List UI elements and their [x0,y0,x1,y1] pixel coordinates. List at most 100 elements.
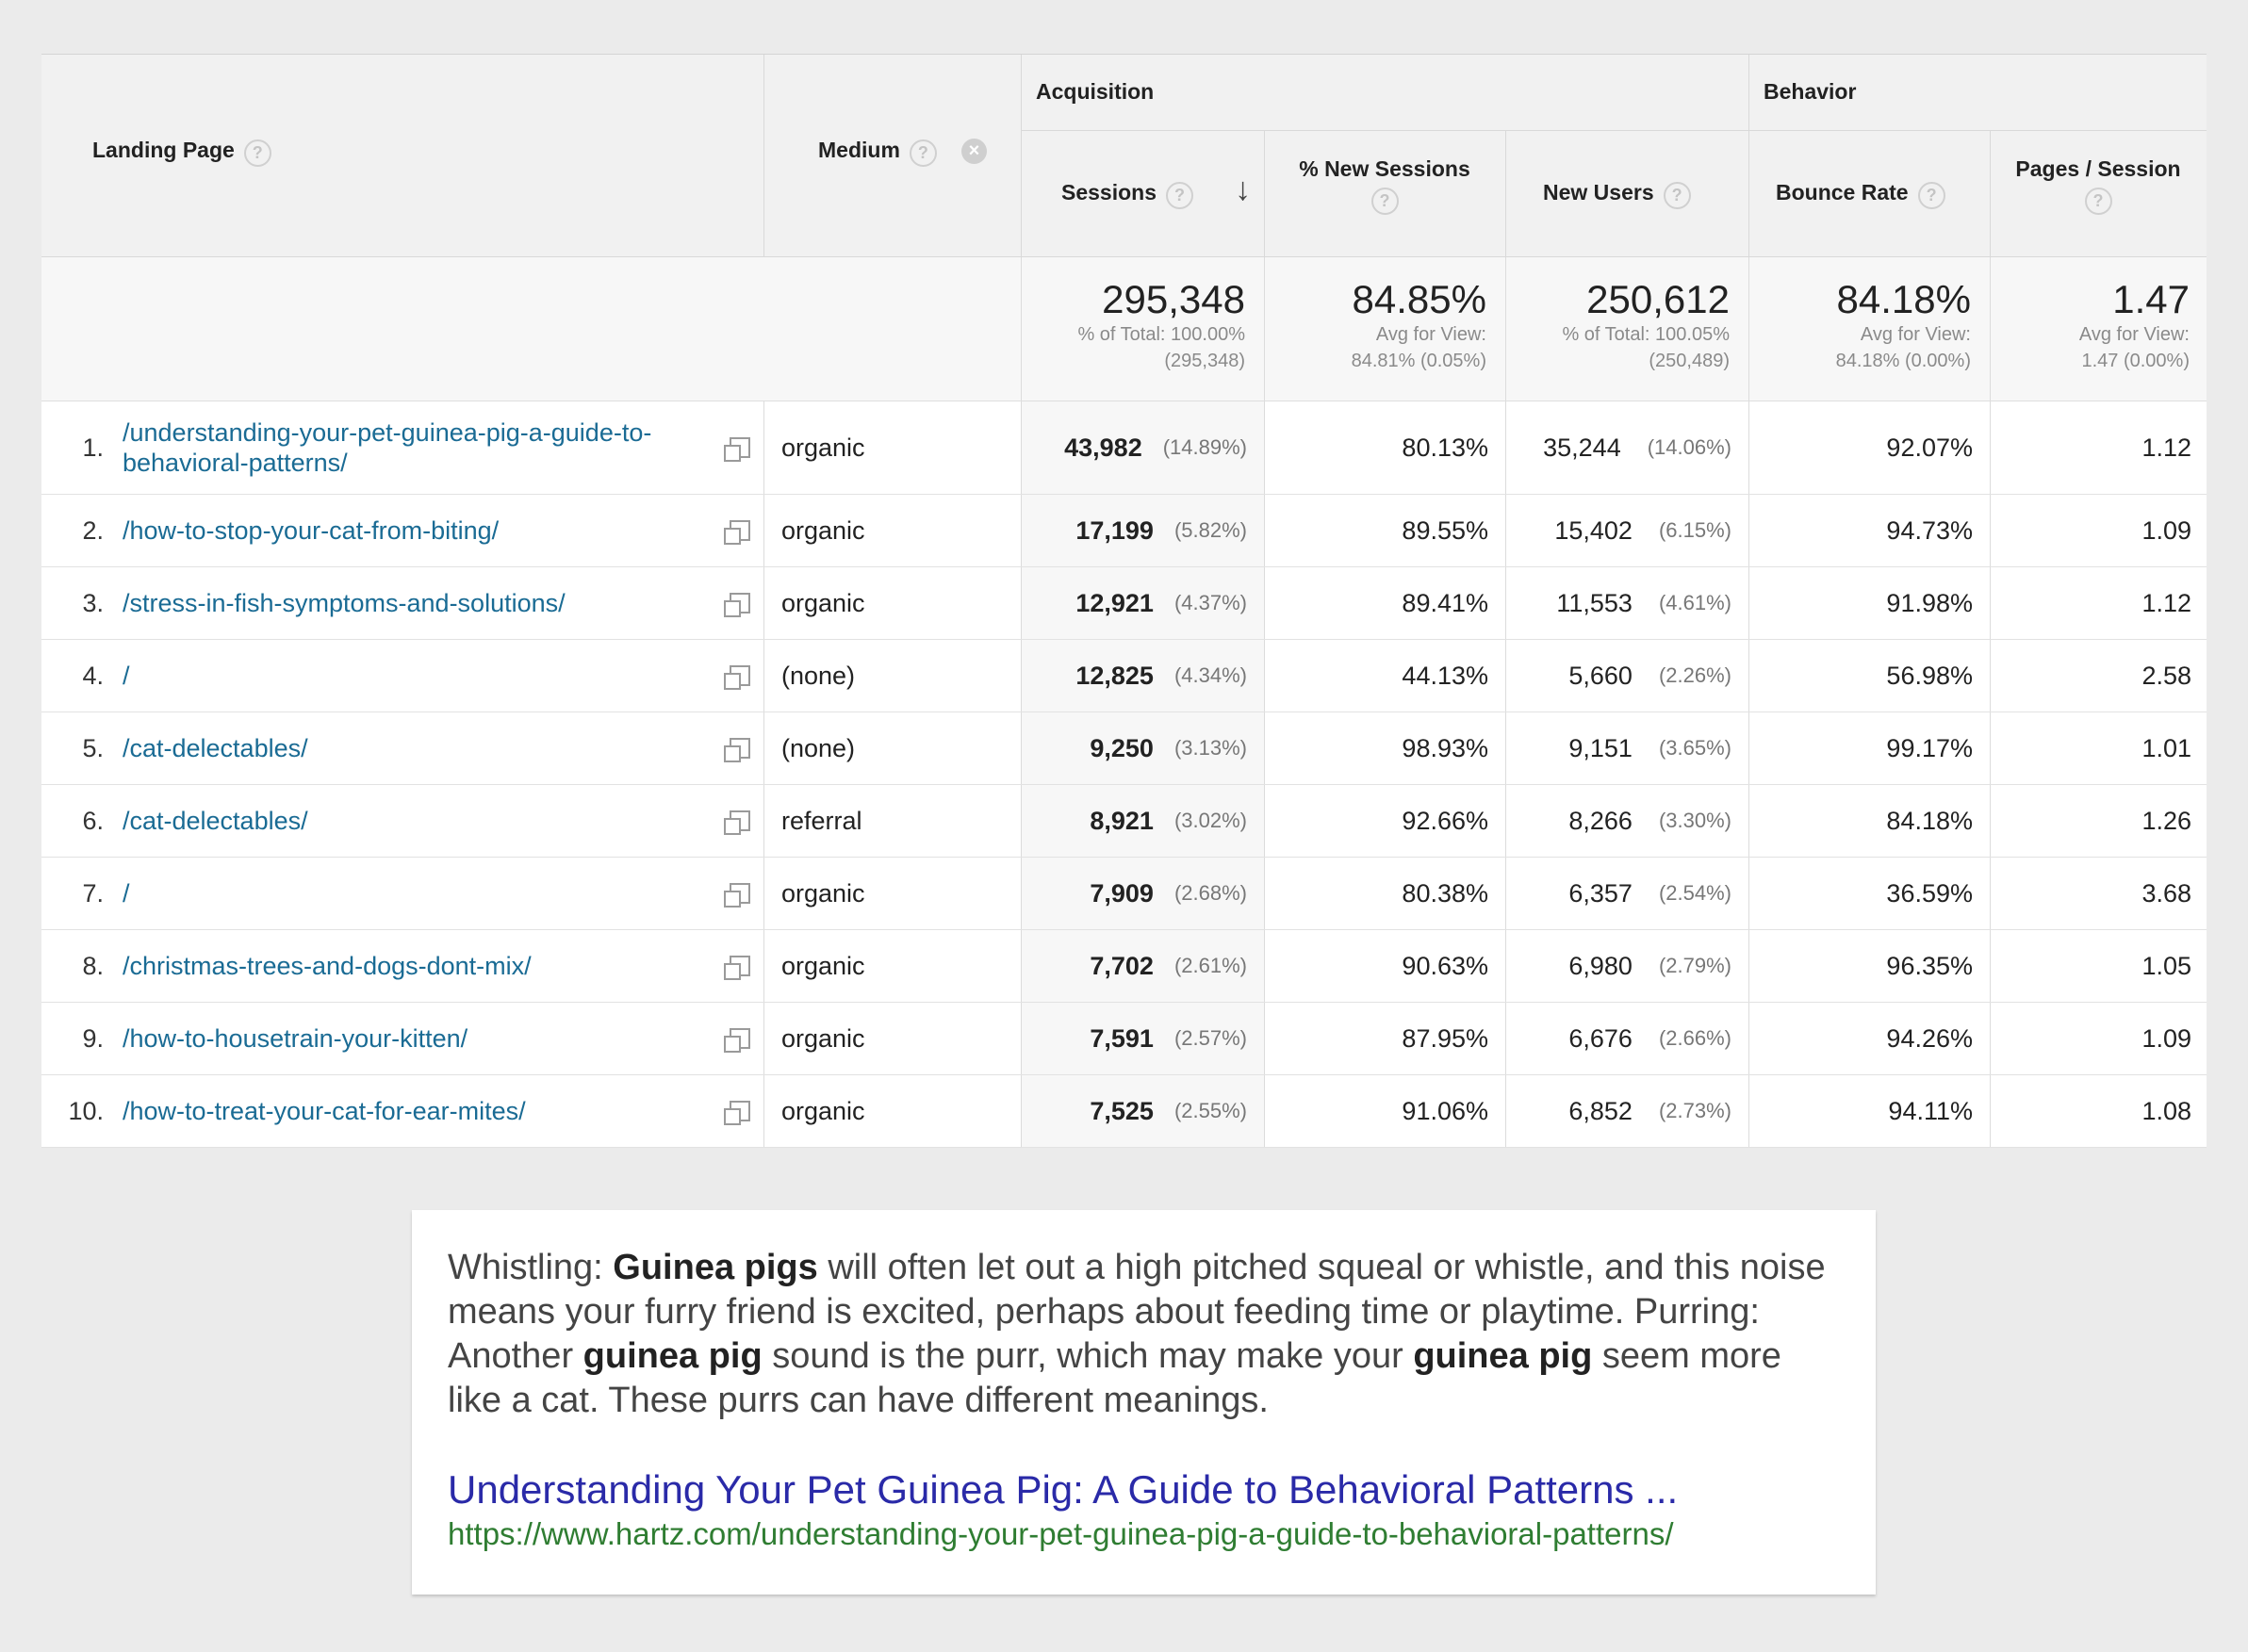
table-row: 4. / (none) 12,825 (4.34%) 44.13% 5,660 (2… [41,640,2207,712]
table-row: 2. /how-to-stop-your-cat-from-biting/ or… [41,495,2207,567]
landing-page-link[interactable]: /stress-in-fish-symptoms-and-solutions/ [123,567,763,639]
sessions-cell: 8,921 (3.02%) [1021,785,1264,857]
new-users-percent: (14.06%) [1647,435,1731,459]
landing-page-link[interactable]: /how-to-treat-your-cat-for-ear-mites/ [123,1075,763,1147]
new-users-cell: 11,553 (4.61%) [1505,567,1748,639]
help-icon[interactable]: ? [2084,188,2112,215]
header-landing-page[interactable]: Landing Page? [92,138,271,168]
header-pages-session-label: Pages / Session [2015,156,2181,181]
medium-value: organic [763,401,1021,494]
help-icon[interactable]: ? [1370,188,1399,215]
new-sessions-value: 89.41% [1264,567,1505,639]
total-sessions-line2: (295,348) [1164,351,1245,371]
sessions-value: 7,591 [1090,1023,1154,1053]
new-users-percent: (2.73%) [1658,1099,1731,1122]
landing-page-link[interactable]: /how-to-stop-your-cat-from-biting/ [123,495,763,566]
header-medium[interactable]: Medium? [818,138,937,168]
header-sessions[interactable]: Sessions? [1061,180,1193,210]
new-users-cell: 6,852 (2.73%) [1505,1075,1748,1147]
open-link-icon[interactable] [716,640,763,712]
new-users-value: 11,553 [1556,588,1633,617]
row-index: 9. [82,1023,104,1053]
landing-page-link[interactable]: / [123,640,763,712]
header-new-users-label: New Users [1543,180,1654,204]
bounce-rate-value: 99.17% [1748,712,1990,784]
sessions-percent: (3.13%) [1173,736,1247,760]
group-acquisition-label: Acquisition [1036,79,1155,104]
new-users-percent: (2.79%) [1658,954,1731,977]
help-icon[interactable]: ? [1166,182,1193,210]
new-users-value: 6,676 [1568,1023,1633,1053]
landing-page-link[interactable]: /cat-delectables/ [123,785,763,857]
new-sessions-value: 98.93% [1264,712,1505,784]
landing-page-link[interactable]: /understanding-your-pet-guinea-pig-a-gui… [123,401,763,494]
open-link-icon[interactable] [716,1003,763,1074]
row-index: 10. [68,1096,104,1125]
new-sessions-value: 92.66% [1264,785,1505,857]
new-sessions-value: 80.13% [1264,401,1505,494]
open-link-icon[interactable] [716,495,763,566]
open-link-icon[interactable] [716,1075,763,1147]
snippet-title-link[interactable]: Understanding Your Pet Guinea Pig: A Gui… [448,1466,1840,1513]
sessions-cell: 9,250 (3.13%) [1021,712,1264,784]
sessions-percent: (4.34%) [1173,663,1247,687]
new-users-cell: 6,980 (2.79%) [1505,930,1748,1002]
remove-dimension-icon[interactable]: × [961,139,987,164]
snippet-text-part: sound is the purr, which may make your [762,1336,1414,1376]
new-users-percent: (2.66%) [1658,1026,1731,1050]
pages-session-value: 1.09 [1990,495,2207,566]
table-row: 7. / organic 7,909 (2.68%) 80.38% 6,357 (2… [41,858,2207,930]
row-index: 2. [82,515,104,545]
group-divider [1021,130,2207,131]
medium-value: organic [763,858,1021,929]
medium-value: organic [763,567,1021,639]
bounce-rate-value: 84.18% [1748,785,1990,857]
new-users-cell: 15,402 (6.15%) [1505,495,1748,566]
total-bounce-rate-line1: Avg for View: [1860,324,1971,345]
new-users-value: 15,402 [1554,515,1633,545]
new-sessions-value: 87.95% [1264,1003,1505,1074]
header-new-sessions[interactable]: % New Sessions ? [1264,156,1505,215]
landing-page-link[interactable]: /christmas-trees-and-dogs-dont-mix/ [123,930,763,1002]
open-link-icon[interactable] [716,712,763,784]
open-link-icon[interactable] [716,858,763,929]
landing-page-link[interactable]: /cat-delectables/ [123,712,763,784]
new-users-cell: 35,244 (14.06%) [1505,401,1748,494]
help-icon[interactable]: ? [243,139,271,168]
landing-page-link[interactable]: / [123,858,763,929]
new-users-cell: 6,357 (2.54%) [1505,858,1748,929]
open-link-icon[interactable] [716,785,763,857]
sessions-value: 7,525 [1090,1096,1154,1125]
snippet-highlight: guinea pig [1413,1336,1593,1376]
new-users-cell: 6,676 (2.66%) [1505,1003,1748,1074]
landing-page-report-table: Landing Page? Medium? × Acquisition Beha… [41,54,2207,1148]
total-sessions-value: 295,348 [1102,277,1245,321]
pages-session-value: 1.12 [1990,401,2207,494]
pages-session-value: 1.12 [1990,567,2207,639]
bounce-rate-value: 96.35% [1748,930,1990,1002]
totals-row: 295,348 % of Total: 100.00% (295,348) 84… [41,257,2207,401]
sessions-percent: (14.89%) [1162,435,1247,459]
pages-session-value: 1.26 [1990,785,2207,857]
open-link-icon[interactable] [716,930,763,1002]
bounce-rate-value: 94.26% [1748,1003,1990,1074]
open-link-icon[interactable] [716,567,763,639]
sessions-percent: (2.57%) [1173,1026,1247,1050]
header-pages-session[interactable]: Pages / Session ? [1990,156,2207,215]
help-icon[interactable]: ? [1663,182,1691,210]
medium-value: (none) [763,712,1021,784]
total-bounce-rate-line2: 84.18% (0.00%) [1835,351,1971,371]
new-users-value: 6,852 [1568,1096,1633,1125]
header-new-users[interactable]: New Users? [1543,180,1691,210]
total-bounce-rate-value: 84.18% [1836,277,1971,321]
close-icon[interactable]: × [961,139,987,164]
help-icon[interactable]: ? [1917,182,1945,210]
landing-page-link[interactable]: /how-to-housetrain-your-kitten/ [123,1003,763,1074]
help-icon[interactable]: ? [909,139,937,168]
open-link-icon[interactable] [716,401,763,494]
header-bounce-rate[interactable]: Bounce Rate? [1776,180,1945,210]
total-pages-session-line2: 1.47 (0.00%) [2081,351,2190,371]
sort-descending-icon[interactable]: ↓ [1235,172,1251,208]
new-users-percent: (4.61%) [1658,591,1731,614]
new-users-cell: 5,660 (2.26%) [1505,640,1748,712]
